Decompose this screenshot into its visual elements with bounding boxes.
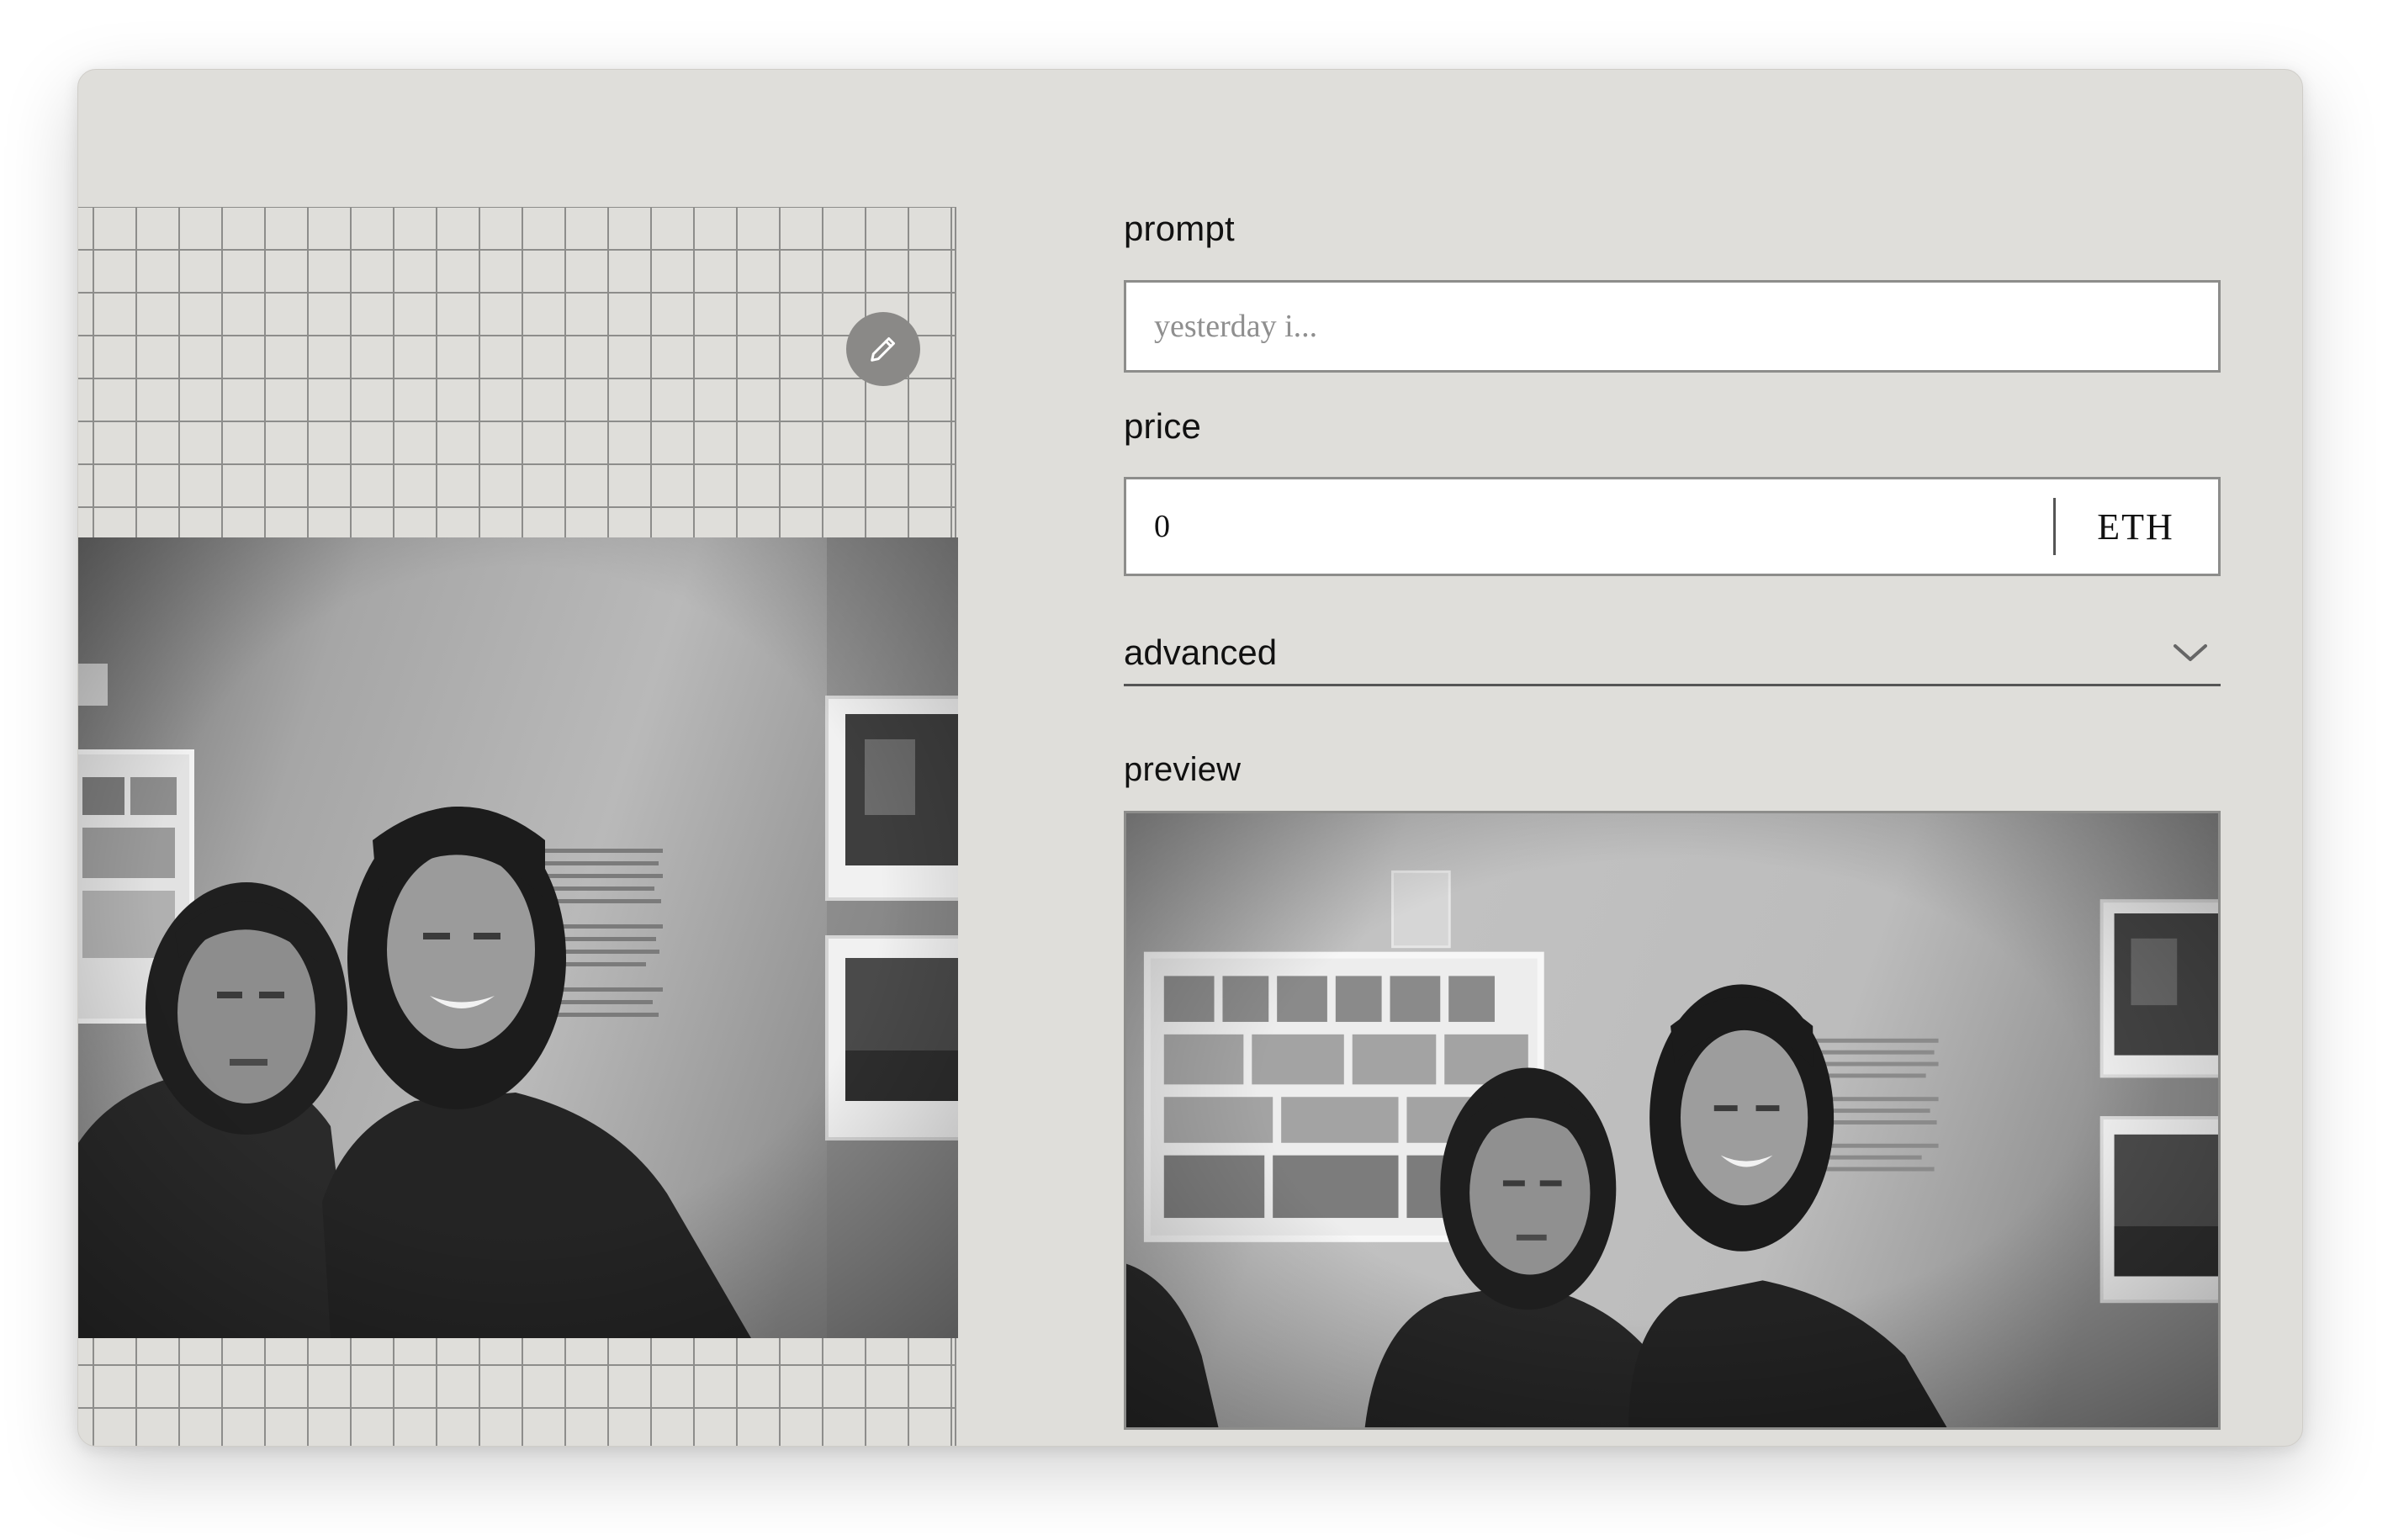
- price-field[interactable]: ETH: [1124, 477, 2221, 576]
- currency-label: ETH: [2053, 479, 2218, 574]
- edit-button[interactable]: [846, 312, 920, 386]
- app-window: prompt price ETH advanced preview: [77, 69, 2303, 1447]
- price-input[interactable]: [1126, 479, 2053, 574]
- prompt-label: prompt: [1124, 209, 1235, 248]
- pencil-icon: [871, 337, 895, 362]
- chevron-down-icon: [2174, 643, 2207, 661]
- source-photo: [78, 537, 958, 1338]
- price-label: price: [1124, 406, 1202, 446]
- preview-label: preview: [1124, 751, 1242, 788]
- prompt-input[interactable]: [1126, 283, 2218, 370]
- preview-photo: [1124, 811, 2221, 1430]
- prompt-field[interactable]: [1124, 280, 2221, 373]
- advanced-toggle[interactable]: advanced: [1124, 621, 2221, 686]
- advanced-label: advanced: [1124, 632, 1278, 672]
